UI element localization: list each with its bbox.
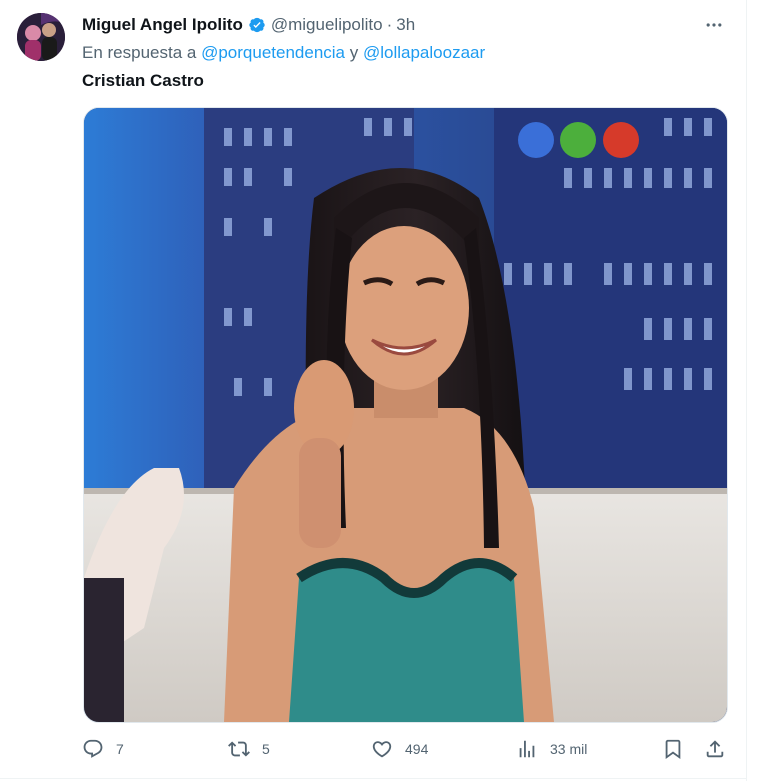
views-button[interactable]: 33 mil bbox=[516, 735, 587, 763]
tweet-text: Cristian Castro bbox=[82, 71, 204, 90]
bookmark-button[interactable] bbox=[662, 735, 684, 763]
reply-context: En respuesta a @porquetendencia y @lolla… bbox=[82, 43, 485, 63]
reply-prefix: En respuesta a bbox=[82, 43, 197, 62]
tweet-actions: 7 5 494 33 mil bbox=[82, 735, 730, 763]
share-icon bbox=[706, 740, 724, 758]
mention-link[interactable]: @lollapaloozaar bbox=[363, 43, 485, 62]
like-icon bbox=[372, 741, 392, 758]
author-handle[interactable]: @miguelipolito bbox=[271, 15, 383, 35]
verified-badge-icon bbox=[248, 16, 266, 34]
mention-link[interactable]: @porquetendencia bbox=[201, 43, 345, 62]
separator-dot: · bbox=[386, 15, 393, 34]
retweet-icon bbox=[228, 741, 250, 757]
like-button[interactable]: 494 bbox=[371, 735, 428, 763]
reply-icon bbox=[83, 739, 103, 758]
share-button[interactable] bbox=[704, 735, 726, 763]
timestamp[interactable]: 3h bbox=[396, 15, 415, 35]
retweet-count: 5 bbox=[262, 741, 270, 757]
tweet-photo[interactable] bbox=[83, 107, 728, 723]
author-name[interactable]: Miguel Angel Ipolito bbox=[82, 15, 243, 35]
views-icon bbox=[519, 740, 535, 758]
views-count: 33 mil bbox=[550, 741, 588, 757]
more-icon[interactable] bbox=[700, 14, 728, 36]
bookmark-icon bbox=[665, 739, 681, 760]
tweet-header: Miguel Angel Ipolito @miguelipolito · 3h bbox=[82, 14, 415, 36]
avatar[interactable] bbox=[17, 13, 65, 61]
reply-conjunction: y bbox=[349, 43, 359, 62]
reply-button[interactable]: 7 bbox=[82, 735, 124, 763]
retweet-button[interactable]: 5 bbox=[228, 735, 270, 763]
reply-count: 7 bbox=[116, 741, 124, 757]
like-count: 494 bbox=[405, 741, 429, 757]
divider bbox=[746, 0, 747, 781]
divider bbox=[0, 778, 746, 779]
